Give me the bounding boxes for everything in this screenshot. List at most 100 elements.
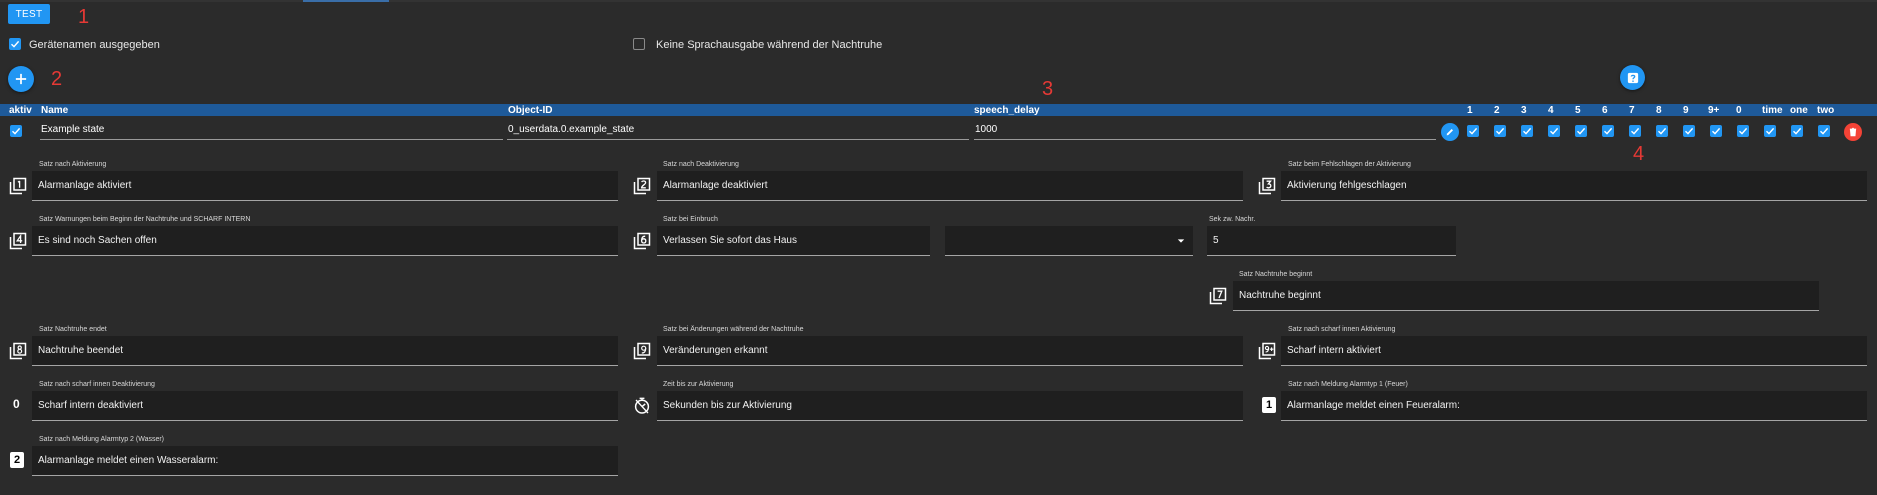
water-alarm-icon: 2 <box>10 452 24 468</box>
col-name: Name <box>41 105 69 116</box>
fire-alarm-icon: 1 <box>1262 397 1276 413</box>
annotation-marker-4: 4 <box>1633 143 1645 165</box>
annotation-marker-3: 3 <box>1042 78 1054 100</box>
field-label: Satz bei Einbruch <box>663 216 718 223</box>
col-2: 2 <box>1494 105 1500 116</box>
field-label: Satz beim Fehlschlagen der Aktivierung <box>1288 161 1411 168</box>
col-one: one <box>1790 105 1808 116</box>
timer-icon <box>634 397 650 414</box>
col-speech-delay: speech_delay <box>974 105 1040 116</box>
field-label: Satz Nachtruhe endet <box>39 326 107 333</box>
device-names-checkbox[interactable] <box>9 38 21 50</box>
row-col-time-checkbox[interactable] <box>1764 125 1776 137</box>
device-names-label: Gerätenamen ausgegeben <box>29 39 160 51</box>
night-warnings-sentence-input[interactable]: Es sind noch Sachen offen <box>32 226 618 256</box>
col-two: two <box>1817 105 1835 116</box>
pencil-icon <box>1446 129 1453 136</box>
chevron-down-icon <box>1177 238 1185 243</box>
fire-alarm-sentence-input[interactable]: Alarmanlage meldet einen Feueralarm: <box>1281 391 1867 421</box>
field-label: Sek zw. Nachr. <box>1209 216 1256 223</box>
row-col-6-checkbox[interactable] <box>1602 125 1614 137</box>
deactivation-sentence-input[interactable]: Alarmanlage deaktiviert <box>657 171 1243 201</box>
row-col-2-checkbox[interactable] <box>1494 125 1506 137</box>
filter-1-icon <box>9 177 27 195</box>
row-col-7-checkbox[interactable] <box>1629 125 1641 137</box>
delete-button[interactable] <box>1844 123 1862 141</box>
col-4: 4 <box>1548 105 1554 116</box>
col-8: 8 <box>1656 105 1662 116</box>
row-object-id-input[interactable]: 0_userdata.0.example_state <box>508 124 634 135</box>
row-col-5-checkbox[interactable] <box>1575 125 1587 137</box>
col-object-id: Object-ID <box>508 105 553 116</box>
night-changes-sentence-input[interactable]: Veränderungen erkannt <box>657 336 1243 366</box>
zero-icon: 0 <box>13 397 20 411</box>
filter-8-icon <box>9 342 27 360</box>
tab-indicator <box>303 0 389 2</box>
activation-delay-input[interactable]: Sekunden bis zur Aktivierung <box>657 391 1243 421</box>
annotation-marker-1: 1 <box>78 6 90 28</box>
col-5: 5 <box>1575 105 1581 116</box>
armed-inside-deactivation-sentence-input[interactable]: Scharf intern deaktiviert <box>32 391 618 421</box>
filter-6-icon <box>633 232 651 250</box>
col-time: time <box>1762 105 1783 116</box>
field-label: Satz nach Deaktivierung <box>663 161 739 168</box>
col-6: 6 <box>1602 105 1608 116</box>
help-icon <box>1627 72 1638 83</box>
col-3: 3 <box>1521 105 1527 116</box>
top-border <box>0 0 1877 2</box>
edit-button[interactable] <box>1441 123 1459 141</box>
row-speech-delay-input[interactable]: 1000 <box>975 124 997 135</box>
field-label: Zeit bis zur Aktivierung <box>663 381 734 388</box>
field-label: Satz nach Aktivierung <box>39 161 107 168</box>
field-label: Satz nach scharf innen Deaktivierung <box>39 381 155 388</box>
col-aktiv: aktiv <box>9 105 32 116</box>
field-label: Satz nach scharf innen Aktivierung <box>1288 326 1396 333</box>
filter-4-icon <box>9 232 27 250</box>
row-name-input[interactable]: Example state <box>41 124 104 135</box>
col-9-plus: 9+ <box>1708 105 1720 116</box>
annotation-marker-2: 2 <box>51 68 63 90</box>
row-col-one-checkbox[interactable] <box>1791 125 1803 137</box>
row-name-underline <box>40 139 503 140</box>
water-alarm-sentence-input[interactable]: Alarmanlage meldet einen Wasseralarm: <box>32 446 618 476</box>
row-col-3-checkbox[interactable] <box>1521 125 1533 137</box>
filter-9-plus-icon <box>1258 342 1276 360</box>
burglary-sentence-input[interactable]: Verlassen Sie sofort das Haus <box>657 226 930 256</box>
armed-inside-activation-sentence-input[interactable]: Scharf intern aktiviert <box>1281 336 1867 366</box>
burglary-select[interactable] <box>945 226 1193 256</box>
row-col-0-checkbox[interactable] <box>1737 125 1749 137</box>
filter-7-icon <box>1209 287 1227 305</box>
add-row-button[interactable] <box>8 66 34 92</box>
no-speech-night-label: Keine Sprachausgabe während der Nachtruh… <box>656 39 883 51</box>
field-label: Satz Warnungen beim Beginn der Nachtruhe… <box>39 216 251 223</box>
row-speech-delay-underline <box>974 139 1436 140</box>
field-label: Satz nach Meldung Alarmtyp 1 (Feuer) <box>1288 381 1408 388</box>
row-col-4-checkbox[interactable] <box>1548 125 1560 137</box>
row-col-1-checkbox[interactable] <box>1467 125 1479 137</box>
table-header <box>0 104 1877 116</box>
activation-sentence-input[interactable]: Alarmanlage aktiviert <box>32 171 618 201</box>
activation-failed-sentence-input[interactable]: Aktivierung fehlgeschlagen <box>1281 171 1867 201</box>
row-col-9-plus-checkbox[interactable] <box>1710 125 1722 137</box>
help-button[interactable] <box>1620 65 1645 90</box>
night-ends-sentence-input[interactable]: Nachtruhe beendet <box>32 336 618 366</box>
night-begins-sentence-input[interactable]: Nachtruhe beginnt <box>1233 281 1819 311</box>
row-col-9-checkbox[interactable] <box>1683 125 1695 137</box>
row-active-checkbox[interactable] <box>10 125 22 137</box>
seconds-between-messages-input[interactable]: 5 <box>1207 226 1456 256</box>
col-7: 7 <box>1629 105 1635 116</box>
filter-9-icon <box>633 342 651 360</box>
field-label: Satz Nachtruhe beginnt <box>1239 271 1313 278</box>
test-button[interactable]: TEST <box>8 4 50 24</box>
col-9: 9 <box>1683 105 1689 116</box>
filter-2-icon <box>633 177 651 195</box>
row-object-id-underline <box>507 139 969 140</box>
row-col-two-checkbox[interactable] <box>1818 125 1830 137</box>
no-speech-night-checkbox[interactable] <box>633 38 645 50</box>
filter-3-icon <box>1258 177 1276 195</box>
trash-icon <box>1849 127 1857 137</box>
field-label: Satz nach Meldung Alarmtyp 2 (Wasser) <box>39 436 165 443</box>
row-col-8-checkbox[interactable] <box>1656 125 1668 137</box>
col-1: 1 <box>1467 105 1473 116</box>
col-0: 0 <box>1736 105 1742 116</box>
